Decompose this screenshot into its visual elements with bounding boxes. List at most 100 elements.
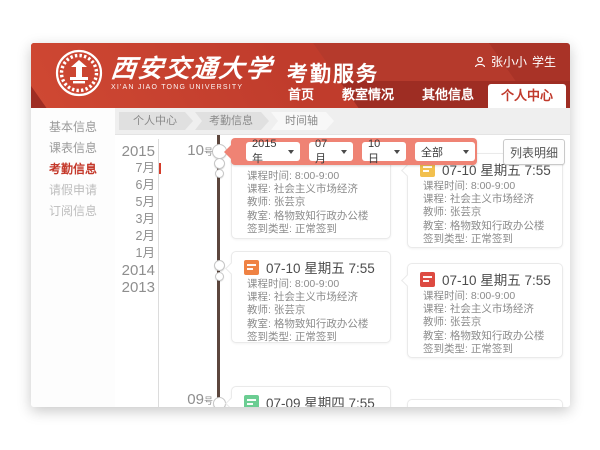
card-field-教室: 教室: 格物致知行政办公楼 <box>232 318 390 331</box>
top-navigation: 首页教室情况其他信息 个人中心 <box>274 81 566 108</box>
main-area: 基本信息课表信息考勤信息请假申请订阅信息 个人中心考勤信息时间轴 20157月6… <box>31 108 570 407</box>
timeline-month-5月[interactable]: 5月 <box>115 194 155 211</box>
dropdown-value: 全部 <box>421 144 443 160</box>
card-field-教师: 教师: 张芸京 <box>232 196 390 209</box>
chevron-down-icon <box>394 150 400 154</box>
sidebar-item-订阅信息[interactable]: 订阅信息 <box>31 201 115 222</box>
filter-bubble: 2015年07月10日全部 <box>231 138 477 165</box>
attendance-card: 07-10 星期五 7:55课程时间: 8:00-9:00课程: 社会主义市场经… <box>407 263 563 358</box>
tab-personal-center[interactable]: 个人中心 <box>488 84 566 108</box>
day-marker: 09号 <box>175 391 213 407</box>
timeline-year-2015[interactable]: 2015 <box>115 143 155 160</box>
card-field-课程: 课程: 社会主义市场经济 <box>232 291 390 304</box>
card-title: 07-10 星期五 7:55 <box>266 257 375 277</box>
timeline-month-1月[interactable]: 1月 <box>115 245 155 262</box>
timeline-node <box>215 169 224 178</box>
card-field-教室: 教室: 格物致知行政办公楼 <box>232 210 390 223</box>
timeline-node <box>214 158 225 169</box>
filter-dropdown[interactable]: 2015年 <box>246 142 300 161</box>
filter-dropdown[interactable]: 全部 <box>415 142 475 161</box>
sidebar: 基本信息课表信息考勤信息请假申请订阅信息 <box>31 108 115 407</box>
user-icon <box>474 56 486 68</box>
nav-link-其他信息[interactable]: 其他信息 <box>408 81 488 108</box>
breadcrumb-item-时间轴[interactable]: 时间轴 <box>271 112 334 130</box>
card-title: 07-09 星期四 7:55 <box>266 392 375 407</box>
university-name-en: XI'AN JIAO TONG UNIVERSITY <box>111 84 273 91</box>
card-field-签到类型: 签到类型: 正常签到 <box>232 223 390 236</box>
attendance-card: 07-10 星期五 7:55课程时间: 8:00-9:00课程: 社会主义市场经… <box>231 251 391 343</box>
card-field-教师: 教师: 张芸京 <box>232 304 390 317</box>
attendance-card: 07-09 星期四 7:55 <box>231 386 391 407</box>
breadcrumb-item-考勤信息[interactable]: 考勤信息 <box>195 112 269 130</box>
university-name: 西安交通大学 XI'AN JIAO TONG UNIVERSITY <box>111 56 273 91</box>
card-field-课程: 课程: 社会主义市场经济 <box>408 303 562 316</box>
card-title-row <box>408 400 562 407</box>
chevron-down-icon <box>463 150 469 154</box>
day-suffix: 号 <box>204 147 213 157</box>
attendance-card <box>407 399 563 407</box>
dropdown-value: 2015年 <box>252 138 284 166</box>
timeline-years-nav: 20157月6月5月3月2月1月20142013 <box>115 143 155 296</box>
user-name: 张小小 <box>491 53 527 70</box>
filter-dropdown[interactable]: 07月 <box>309 142 353 161</box>
card-field-课程: 课程: 社会主义市场经济 <box>408 193 562 206</box>
timeline-node <box>214 260 225 271</box>
calendar-icon <box>420 272 435 287</box>
card-title-row: 07-09 星期四 7:55 <box>232 387 390 407</box>
timeline-month-6月[interactable]: 6月 <box>115 177 155 194</box>
nav-link-首页[interactable]: 首页 <box>274 81 328 108</box>
day-suffix: 号 <box>204 396 213 406</box>
day-number: 09 <box>187 391 204 407</box>
card-field-课程: 课程: 社会主义市场经济 <box>232 183 390 196</box>
content-area: 个人中心考勤信息时间轴 20157月6月5月3月2月1月20142013 10号… <box>115 108 570 407</box>
university-name-cn: 西安交通大学 <box>110 56 275 82</box>
card-field-课程时间: 课程时间: 8:00-9:00 <box>408 290 562 303</box>
chevron-down-icon <box>288 150 294 154</box>
dropdown-value: 07月 <box>315 138 337 166</box>
filter-dropdown[interactable]: 10日 <box>362 142 406 161</box>
day-marker: 10号 <box>175 142 213 160</box>
card-field-课程时间: 课程时间: 8:00-9:00 <box>232 170 390 183</box>
card-title-row: 07-10 星期五 7:55 <box>408 264 562 290</box>
timeline-region: 20157月6月5月3月2月1月20142013 10号 09号 课程时间: 8… <box>115 135 570 407</box>
card-field-教师: 教师: 张芸京 <box>408 316 562 329</box>
selected-month-tick <box>159 163 161 174</box>
chevron-down-icon <box>341 150 347 154</box>
card-field-签到类型: 签到类型: 正常签到 <box>232 331 390 344</box>
card-field-课程时间: 课程时间: 8:00-9:00 <box>232 278 390 291</box>
years-divider <box>158 139 159 407</box>
timeline-node <box>215 272 224 281</box>
attendance-card: 07-10 星期五 7:55课程时间: 8:00-9:00课程: 社会主义市场经… <box>407 153 563 248</box>
timeline-month-3月[interactable]: 3月 <box>115 211 155 228</box>
nav-link-教室情况[interactable]: 教室情况 <box>328 81 408 108</box>
dropdown-value: 10日 <box>368 138 390 166</box>
sidebar-item-基本信息[interactable]: 基本信息 <box>31 117 115 138</box>
sidebar-item-请假申请[interactable]: 请假申请 <box>31 180 115 201</box>
card-title: 07-10 星期五 7:55 <box>442 269 551 289</box>
timeline-year-2013[interactable]: 2013 <box>115 279 155 296</box>
breadcrumb-item-个人中心[interactable]: 个人中心 <box>119 112 193 130</box>
sidebar-item-课表信息[interactable]: 课表信息 <box>31 138 115 159</box>
card-field-教室: 教室: 格物致知行政办公楼 <box>408 220 562 233</box>
card-field-课程时间: 课程时间: 8:00-9:00 <box>408 180 562 193</box>
calendar-icon <box>244 395 259 408</box>
day-number: 10 <box>187 142 204 159</box>
card-field-签到类型: 签到类型: 正常签到 <box>408 343 562 356</box>
card-field-教师: 教师: 张芸京 <box>408 206 562 219</box>
timeline-month-2月[interactable]: 2月 <box>115 228 155 245</box>
app-window: 西安交通大学 XI'AN JIAO TONG UNIVERSITY 考勤服务 张… <box>31 43 570 407</box>
card-field-教室: 教室: 格物致知行政办公楼 <box>408 330 562 343</box>
breadcrumb: 个人中心考勤信息时间轴 <box>115 108 570 135</box>
card-title-row: 07-10 星期五 7:55 <box>232 252 390 278</box>
card-field-签到类型: 签到类型: 正常签到 <box>408 233 562 246</box>
user-info[interactable]: 张小小 学生 <box>474 53 556 70</box>
university-logo-icon <box>55 49 103 97</box>
user-role: 学生 <box>532 53 556 70</box>
app-header: 西安交通大学 XI'AN JIAO TONG UNIVERSITY 考勤服务 张… <box>31 43 570 108</box>
timeline-year-2014[interactable]: 2014 <box>115 262 155 279</box>
sidebar-item-考勤信息[interactable]: 考勤信息 <box>31 159 115 180</box>
calendar-icon <box>244 260 259 275</box>
list-detail-button[interactable]: 列表明细 <box>503 139 565 165</box>
timeline-month-7月[interactable]: 7月 <box>115 160 155 177</box>
timeline-node <box>213 397 226 407</box>
